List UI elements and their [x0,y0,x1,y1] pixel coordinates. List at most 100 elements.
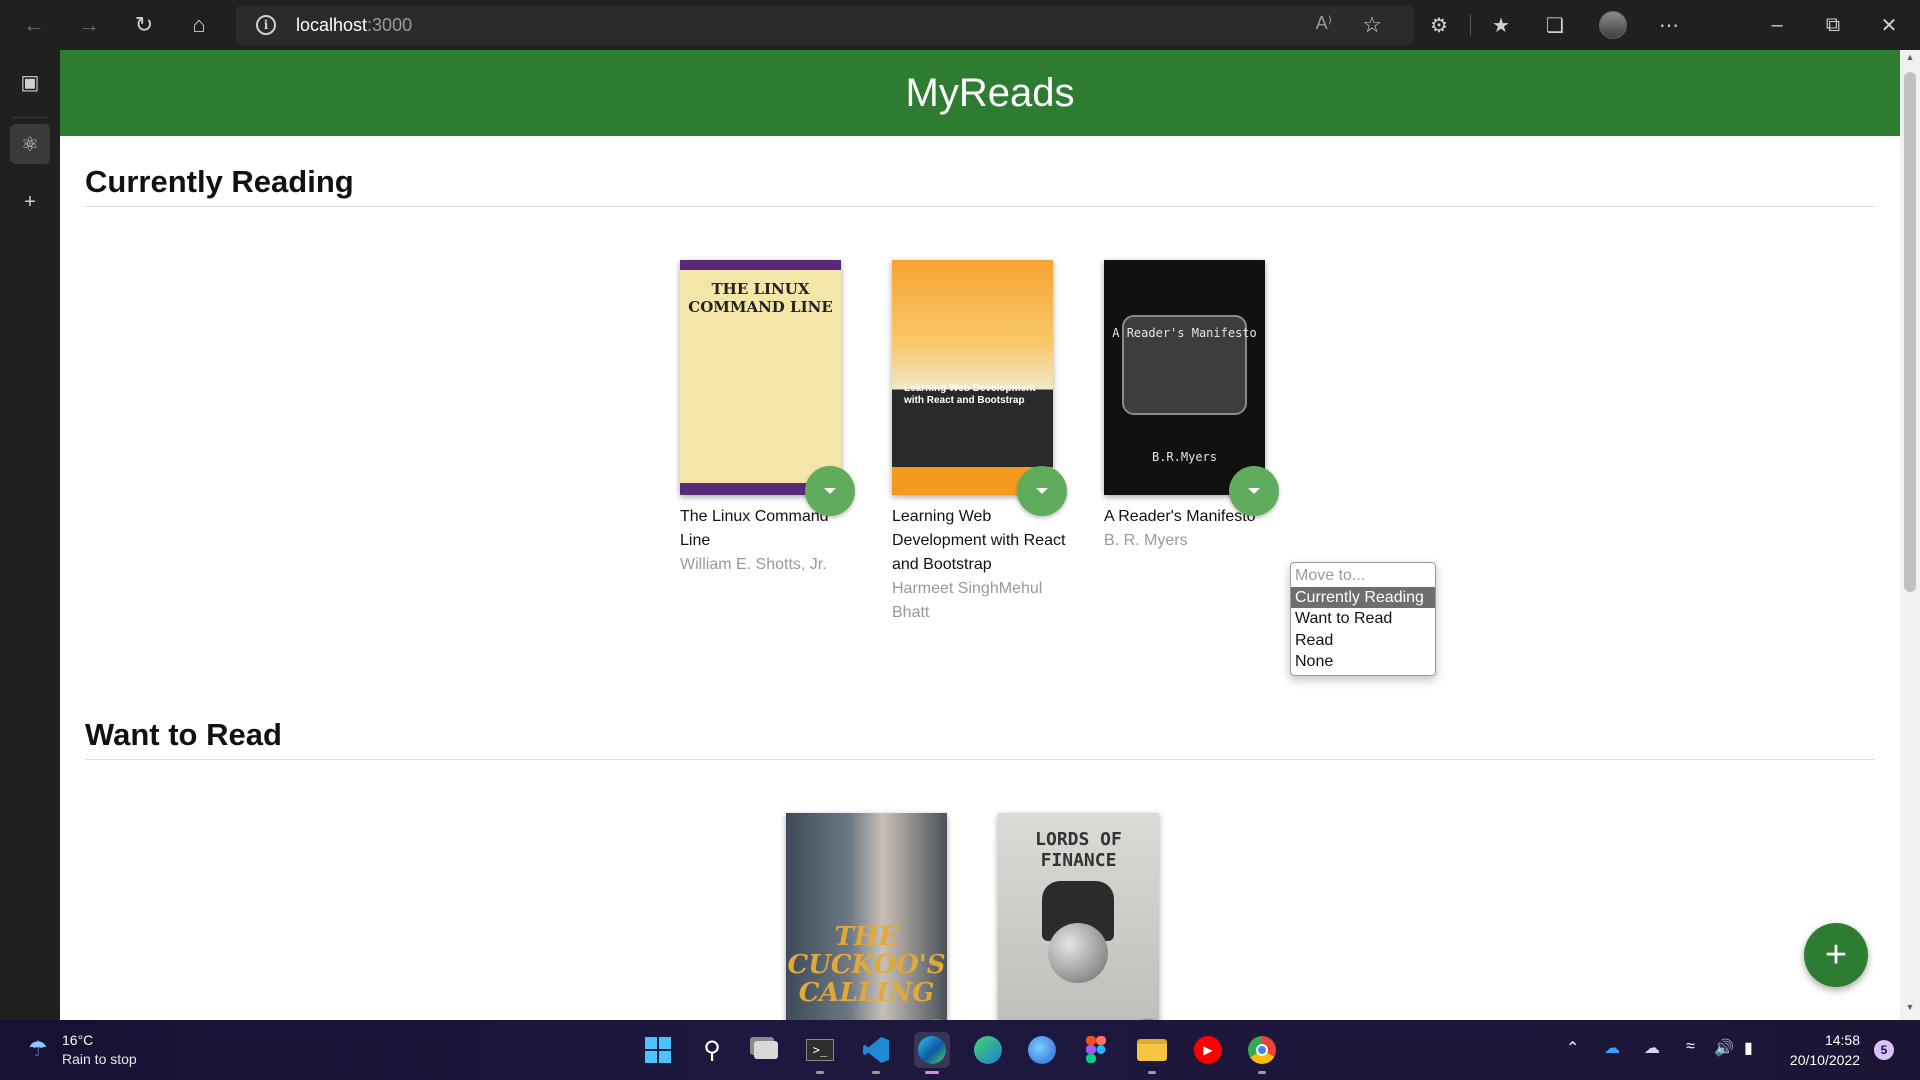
clock-date: 20/10/2022 [1789,1052,1860,1068]
system-clock[interactable]: 14:58 20/10/2022 [1768,1030,1860,1070]
file-explorer-app-icon[interactable] [1134,1032,1170,1074]
page-scrollbar[interactable]: ▲ ▼ [1900,50,1920,1020]
shelf-changer-button[interactable] [1229,466,1279,516]
edge-dev-app-icon[interactable] [970,1032,1006,1068]
react-tab-icon[interactable]: ⚛ [10,124,50,164]
book-cover[interactable]: THE CUCKOO'S CALLING [786,813,947,1020]
clock-time: 14:58 [1824,1032,1860,1048]
chrome-glyph [1248,1036,1276,1064]
edge-glyph [918,1036,946,1064]
shelf-changer-button[interactable] [805,466,855,516]
add-book-button[interactable]: + [1804,923,1868,987]
profile-avatar[interactable] [1599,11,1627,39]
onedrive-icon[interactable]: ☁ [1604,1038,1620,1058]
dropdown-option-read[interactable]: Read [1291,630,1435,652]
new-tab-plus-icon[interactable]: + [10,182,50,222]
restore-icon[interactable]: ⧉ [1818,10,1848,40]
vscode-app-icon[interactable] [858,1032,894,1074]
book-author: Harmeet SinghMehul Bhatt [892,580,1043,621]
app-header: MyReads [60,50,1900,136]
minimize-icon[interactable]: – [1762,10,1792,40]
shelf-want-to-read: Want to Read [85,717,1875,760]
site-info-icon[interactable]: i [256,15,276,35]
running-indicator [1148,1071,1156,1074]
search-icon[interactable]: ⚲ [694,1032,730,1068]
book-item: THE LINUX COMMAND LINE The Linux Command… [680,260,860,577]
toolbar-separator [1470,14,1471,36]
tab-actions-icon[interactable]: ▣ [10,62,50,102]
shelf-title: Want to Read [85,717,1875,760]
book-cover[interactable]: THE LINUX COMMAND LINE [680,260,841,495]
collections-icon[interactable]: ❏ [1540,10,1570,40]
folder-icon [1137,1039,1167,1061]
caret-down-icon [1036,488,1048,494]
play-icon: ▶ [1194,1036,1222,1064]
firefox-app-icon[interactable] [1024,1032,1060,1068]
terminal-glyph: >_ [806,1039,834,1061]
sidebar-divider [12,117,48,118]
more-menu-icon[interactable]: ⋯ [1654,10,1684,40]
caret-down-icon [1248,488,1260,494]
address-bar[interactable]: i localhost:3000 A⁾ ☆ [236,5,1414,45]
windows-logo-icon [645,1037,671,1063]
page-viewport: MyReads Currently Reading THE LINUX COMM… [60,50,1900,1020]
wifi-icon[interactable]: ≈ [1686,1038,1695,1056]
book-cover[interactable]: Learning Web Development with React and … [892,260,1053,495]
back-arrow-icon[interactable]: ← [18,9,50,41]
browser-sidebar: ▣ ⚛ + [0,50,60,1020]
notification-badge[interactable]: 5 [1874,1040,1894,1060]
weather-temp: 16°C [62,1032,94,1048]
scroll-down-arrow-icon[interactable]: ▼ [1900,1002,1920,1018]
windows-taskbar: ☂ 16°C Rain to stop ⚲ >_ ▶ ⌃ ☁ ☁ ≈ 🔊 ▮ 1… [0,1020,1920,1080]
start-button[interactable] [640,1032,676,1068]
active-indicator [925,1071,939,1074]
book-author: William E. Shotts, Jr. [680,556,827,573]
book-item: LORDS OF FINANCE [998,813,1178,1020]
edge-app-icon[interactable] [914,1032,950,1074]
extensions-icon[interactable]: ⚙ [1424,10,1454,40]
refresh-icon[interactable]: ↻ [128,9,160,41]
book-cover[interactable]: A Reader's Manifesto B.R.Myers [1104,260,1265,495]
running-indicator [1258,1071,1266,1074]
book-item: A Reader's Manifesto B.R.Myers A Reader'… [1104,260,1284,553]
running-indicator [816,1071,824,1074]
shelf-title: Currently Reading [85,164,1875,207]
cover-title: THE CUCKOO'S CALLING [787,922,946,1008]
vscode-glyph [863,1037,889,1063]
url-text[interactable]: localhost:3000 [296,15,412,36]
book-item: THE CUCKOO'S CALLING [786,813,966,1020]
home-icon[interactable]: ⌂ [183,9,215,41]
read-aloud-icon[interactable]: A⁾ [1316,13,1332,34]
book-item: Learning Web Development with React and … [892,260,1072,625]
shelf-select-dropdown[interactable]: Move to... Currently Reading Want to Rea… [1290,562,1436,676]
forward-arrow-icon[interactable]: → [73,9,105,41]
figma-glyph [1086,1036,1106,1063]
sync-cloud-icon[interactable]: ☁ [1644,1038,1660,1058]
favorites-icon[interactable]: ★ [1486,10,1516,40]
shelf-changer-button[interactable] [1017,466,1067,516]
book-cover[interactable]: LORDS OF FINANCE [998,813,1159,1020]
browser-toolbar: ← → ↻ ⌂ i localhost:3000 A⁾ ☆ ⚙ ★ ❏ ⋯ – … [0,0,1920,50]
close-icon[interactable]: ✕ [1874,10,1904,40]
terminal-app-icon[interactable]: >_ [802,1032,838,1074]
running-indicator [872,1071,880,1074]
rain-weather-icon: ☂ [28,1036,48,1061]
dropdown-option-none[interactable]: None [1291,651,1435,673]
task-view-icon[interactable] [748,1032,784,1068]
scroll-up-arrow-icon[interactable]: ▲ [1900,52,1920,68]
add-favorite-icon[interactable]: ☆ [1362,12,1382,38]
volume-icon[interactable]: 🔊 [1714,1038,1734,1058]
chrome-app-icon[interactable] [1244,1032,1280,1074]
weather-desc: Rain to stop [62,1051,137,1067]
firefox-glyph [1028,1036,1056,1064]
cover-title: Learning Web Development with React and … [904,383,1036,406]
dropdown-option-currently-reading[interactable]: Currently Reading [1291,586,1435,608]
battery-icon[interactable]: ▮ [1744,1038,1753,1058]
book-author: B. R. Myers [1104,532,1188,549]
cover-title: LORDS OF FINANCE [1035,829,1122,871]
youtube-music-app-icon[interactable]: ▶ [1190,1032,1226,1068]
figma-app-icon[interactable] [1078,1032,1114,1068]
show-hidden-icons-chevron-icon[interactable]: ⌃ [1566,1038,1579,1058]
dropdown-option-want-to-read[interactable]: Want to Read [1291,608,1435,630]
scrollbar-thumb[interactable] [1904,72,1916,592]
